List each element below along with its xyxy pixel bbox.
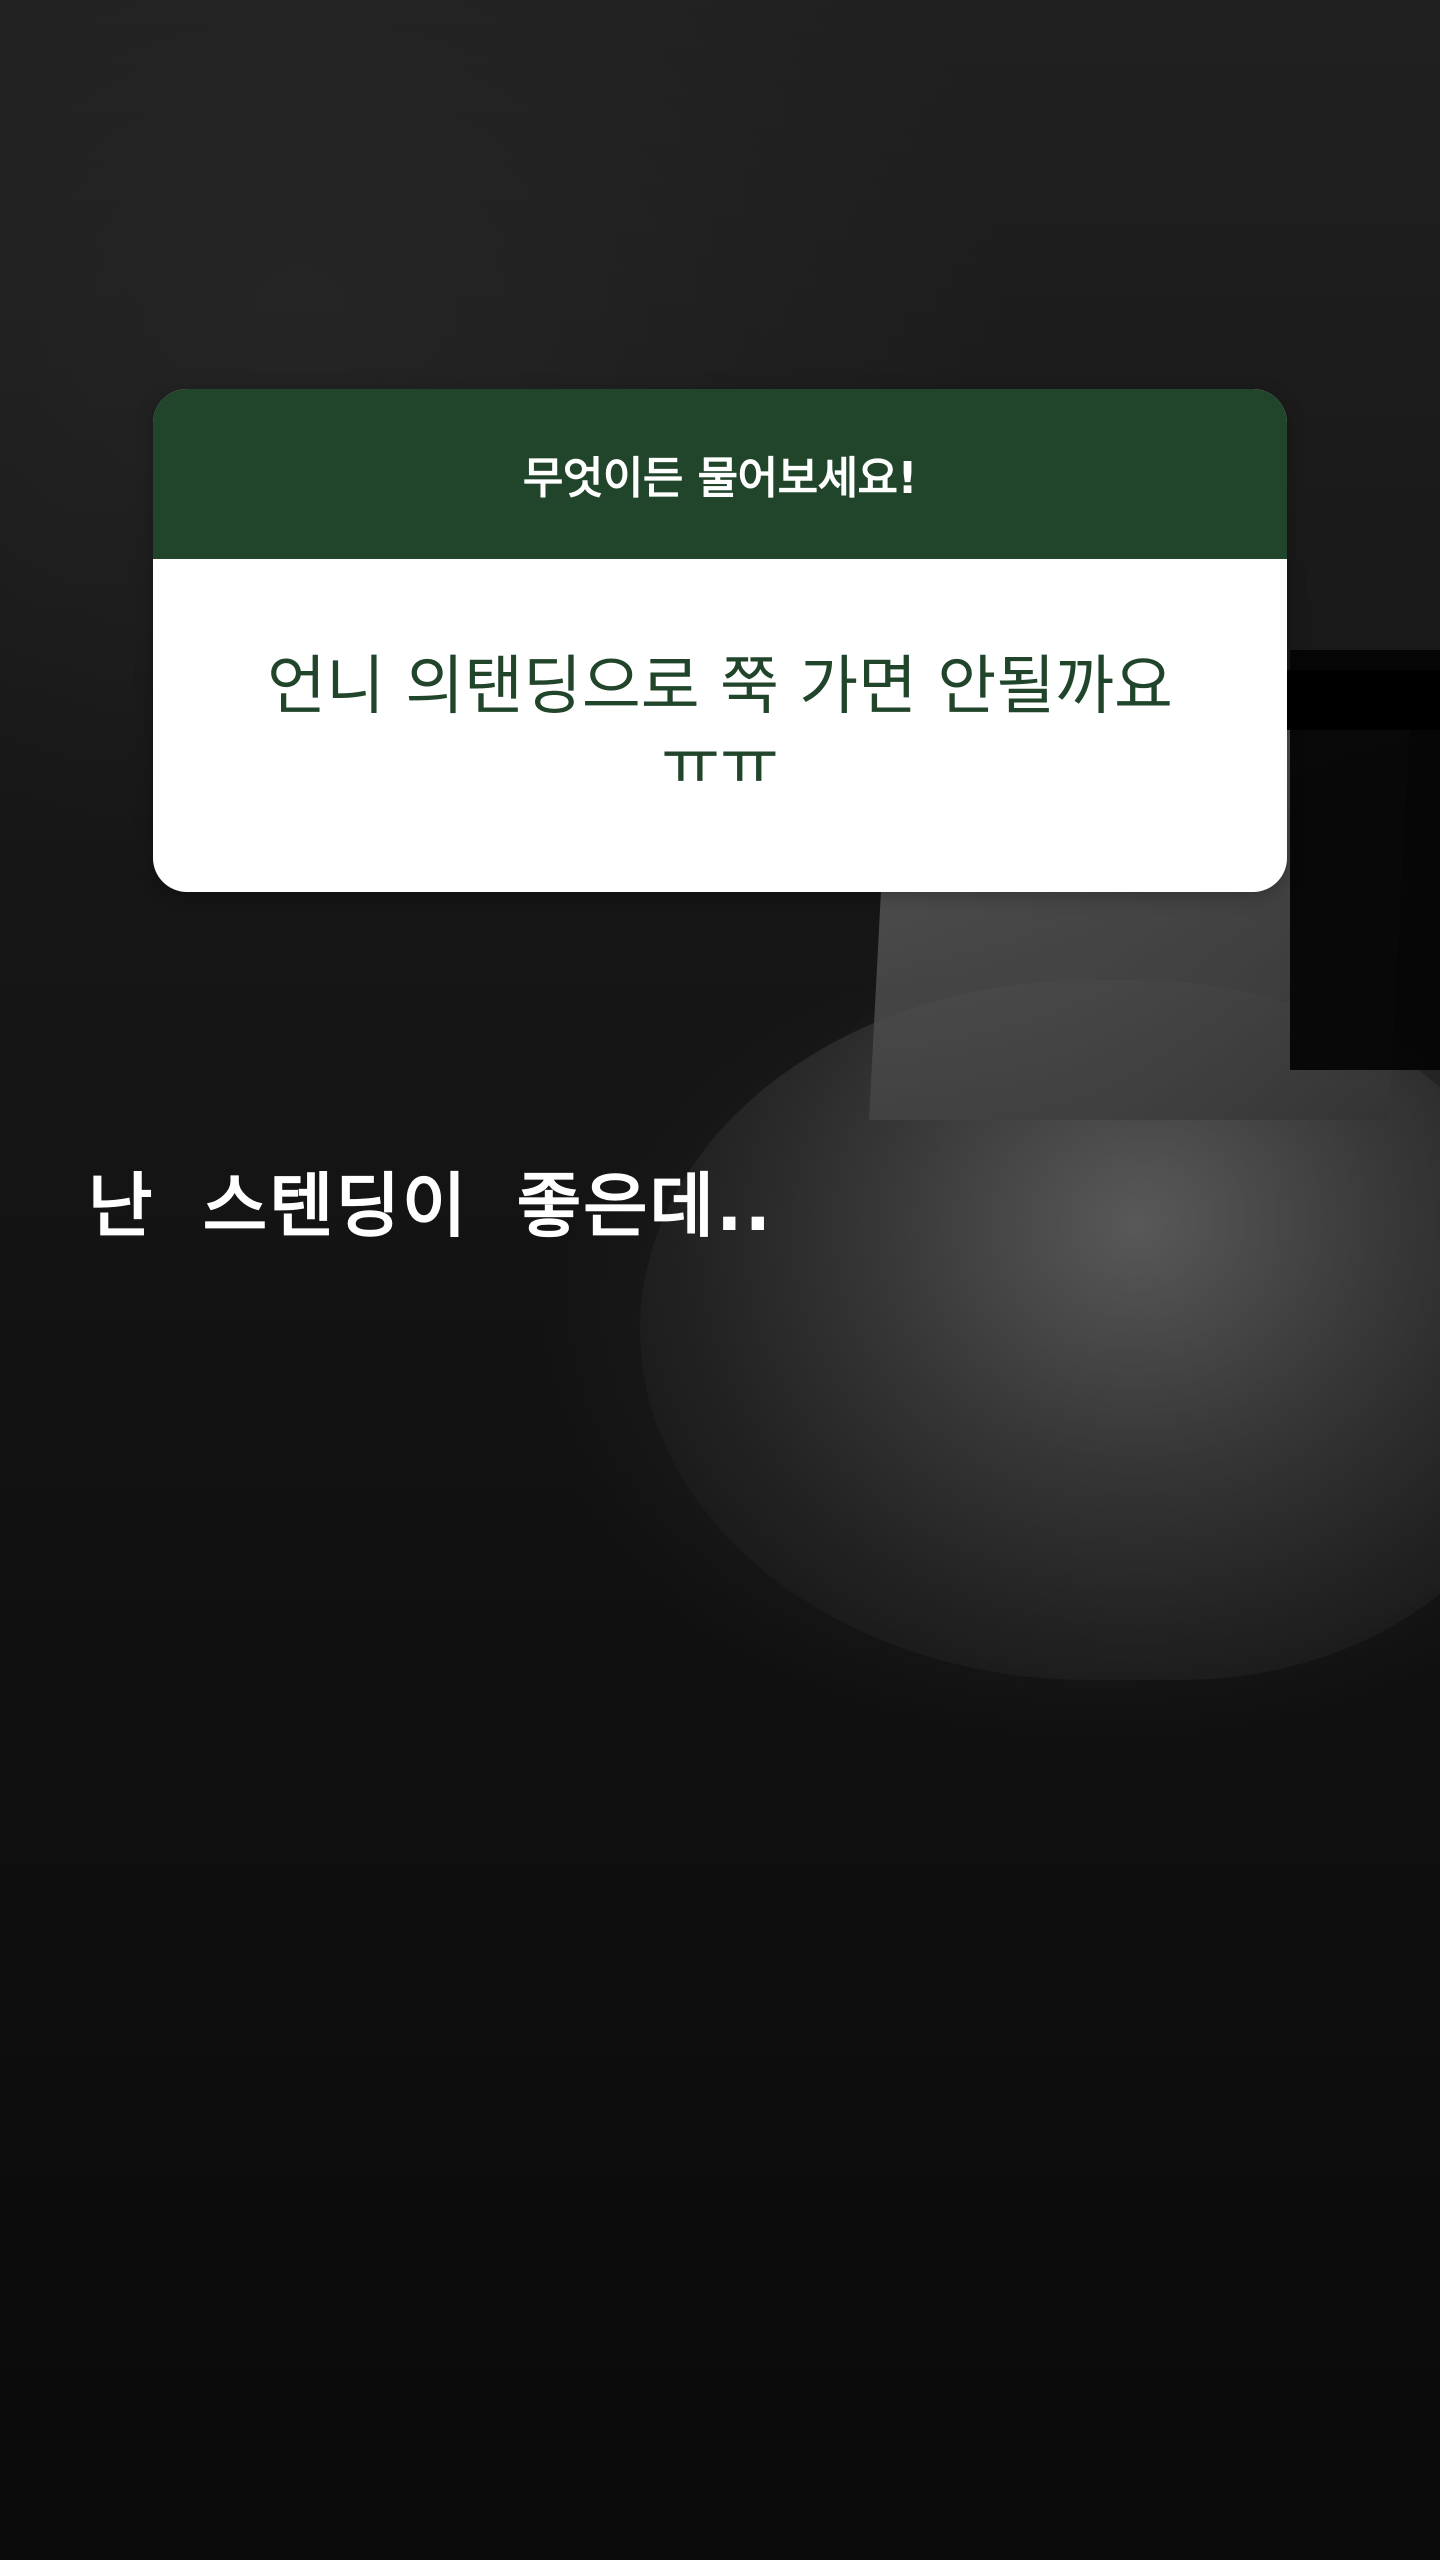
question-prompt: 무엇이든 물어보세요! bbox=[522, 453, 918, 504]
question-sticker[interactable]: 무엇이든 물어보세요! 언니 의탠딩으로 쭉 가면 안될까요ㅠㅠ bbox=[153, 389, 1287, 892]
question-sticker-body: 언니 의탠딩으로 쭉 가면 안될까요ㅠㅠ bbox=[153, 559, 1287, 892]
reply-caption: 난 스텐딩이 좋은데.. bbox=[88, 1165, 774, 1247]
background-photo-edge bbox=[1280, 670, 1440, 730]
question-text: 언니 의탠딩으로 쭉 가면 안될까요ㅠㅠ bbox=[267, 649, 1173, 801]
story-canvas[interactable]: 무엇이든 물어보세요! 언니 의탠딩으로 쭉 가면 안될까요ㅠㅠ 난 스텐딩이 … bbox=[0, 0, 1440, 2560]
question-sticker-header: 무엇이든 물어보세요! bbox=[153, 389, 1287, 559]
